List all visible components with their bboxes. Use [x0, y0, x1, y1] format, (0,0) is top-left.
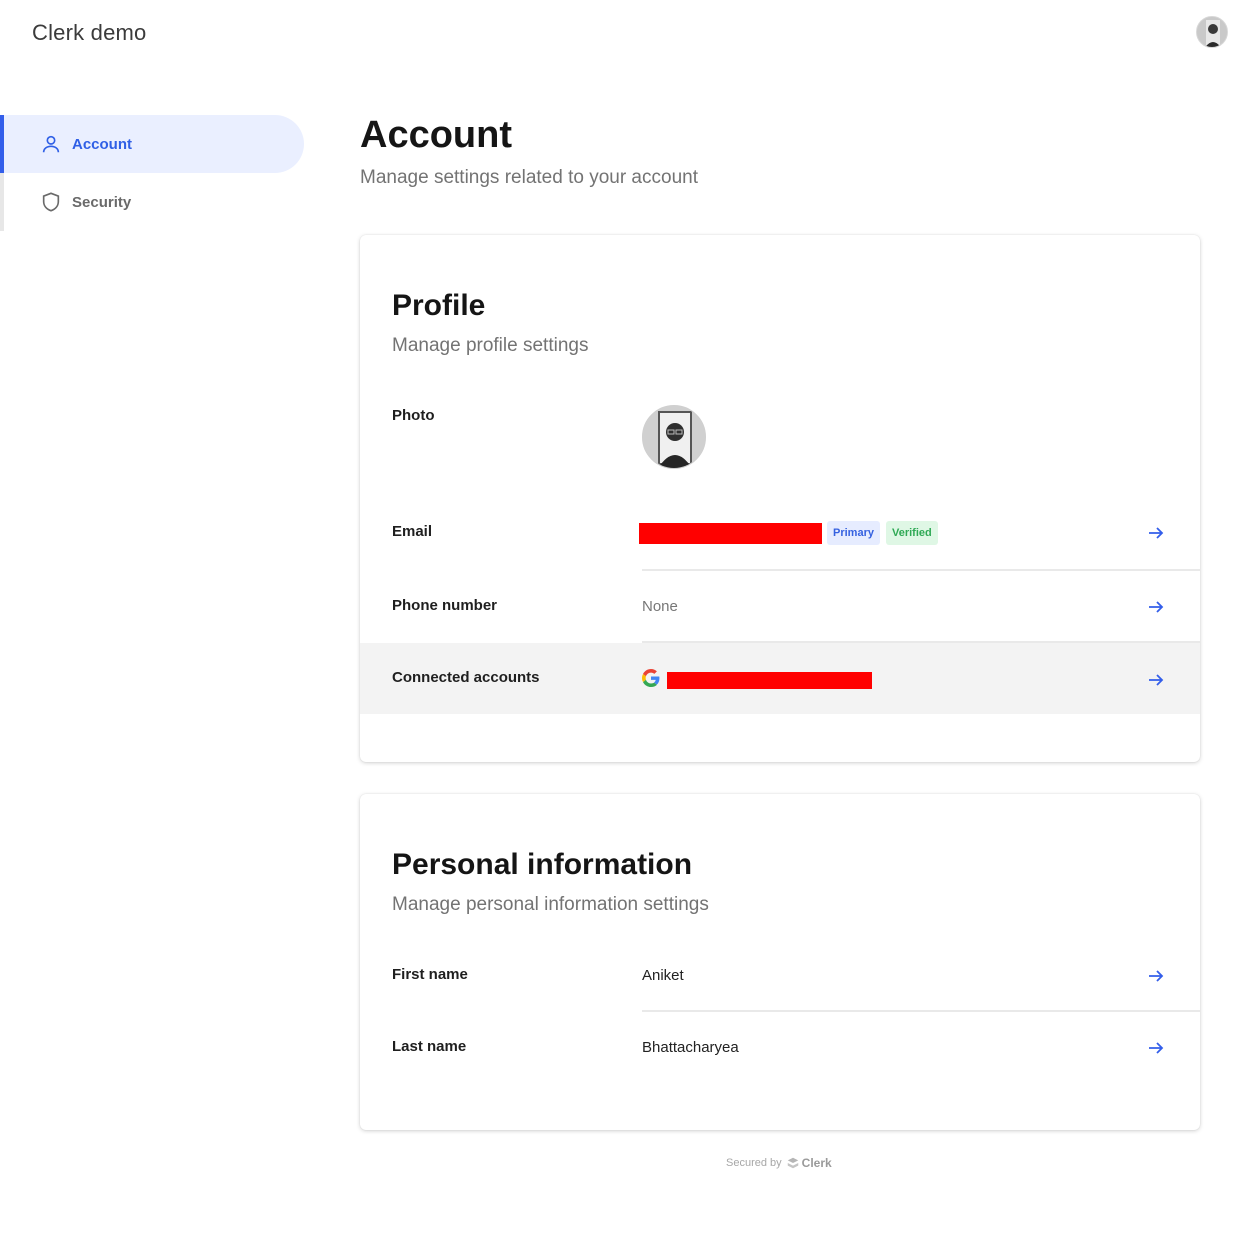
clerk-logo-icon	[787, 1157, 798, 1169]
last-name-value: Bhattacharyea	[642, 1039, 739, 1056]
divider	[642, 1010, 1200, 1012]
divider	[642, 569, 1200, 571]
sidebar-item-label: Account	[72, 135, 132, 153]
photo-label: Photo	[392, 407, 435, 424]
phone-row[interactable]: Phone number None	[360, 595, 1200, 643]
email-redaction	[639, 523, 822, 544]
connected-accounts-row[interactable]: Connected accounts	[360, 643, 1200, 714]
arrow-right-icon[interactable]	[1146, 966, 1166, 986]
verified-badge: Verified	[886, 521, 938, 545]
first-name-value: Aniket	[642, 967, 684, 984]
profile-subtitle: Manage profile settings	[392, 335, 589, 356]
last-name-label: Last name	[392, 1038, 467, 1055]
personal-info-card: Personal information Manage personal inf…	[360, 794, 1200, 1130]
top-bar: Clerk demo	[0, 0, 1252, 66]
profile-title: Profile	[392, 289, 486, 322]
secured-by-text: Secured by	[726, 1157, 782, 1169]
personal-info-subtitle: Manage personal information settings	[392, 894, 709, 915]
sidebar-item-label: Security	[72, 193, 132, 211]
primary-badge: Primary	[827, 521, 880, 545]
connected-accounts-label: Connected accounts	[392, 669, 540, 686]
personal-info-title: Personal information	[392, 848, 693, 881]
google-icon	[642, 669, 660, 687]
user-avatar-icon[interactable]	[1196, 16, 1228, 48]
first-name-label: First name	[392, 966, 468, 983]
profile-card: Profile Manage profile settings Photo Em…	[360, 235, 1200, 762]
arrow-right-icon[interactable]	[1146, 597, 1166, 617]
first-name-row[interactable]: First name Aniket	[360, 966, 1200, 1010]
sidebar-item-security[interactable]: Security	[0, 173, 304, 231]
phone-label: Phone number	[392, 597, 498, 614]
clerk-brand[interactable]: Clerk	[786, 1156, 832, 1170]
shield-icon	[42, 192, 60, 212]
phone-value: None	[642, 598, 678, 615]
profile-photo[interactable]	[642, 405, 706, 469]
last-name-row[interactable]: Last name Bhattacharyea	[360, 1038, 1200, 1082]
arrow-right-icon[interactable]	[1146, 670, 1166, 690]
app-title: Clerk demo	[32, 20, 147, 45]
page-title: Account	[360, 114, 512, 156]
user-icon	[42, 135, 60, 153]
connected-account-redaction	[667, 672, 872, 689]
arrow-right-icon[interactable]	[1146, 523, 1166, 543]
clerk-brand-label: Clerk	[801, 1156, 832, 1170]
sidebar-nav: Account Security	[0, 115, 304, 231]
secured-by-footer: Secured by Clerk	[726, 1156, 832, 1170]
email-row[interactable]: Email Primary Verified	[360, 521, 1200, 571]
email-label: Email	[392, 523, 433, 540]
arrow-right-icon[interactable]	[1146, 1038, 1166, 1058]
sidebar-item-account[interactable]: Account	[0, 115, 304, 173]
page-subtitle: Manage settings related to your account	[360, 167, 698, 188]
